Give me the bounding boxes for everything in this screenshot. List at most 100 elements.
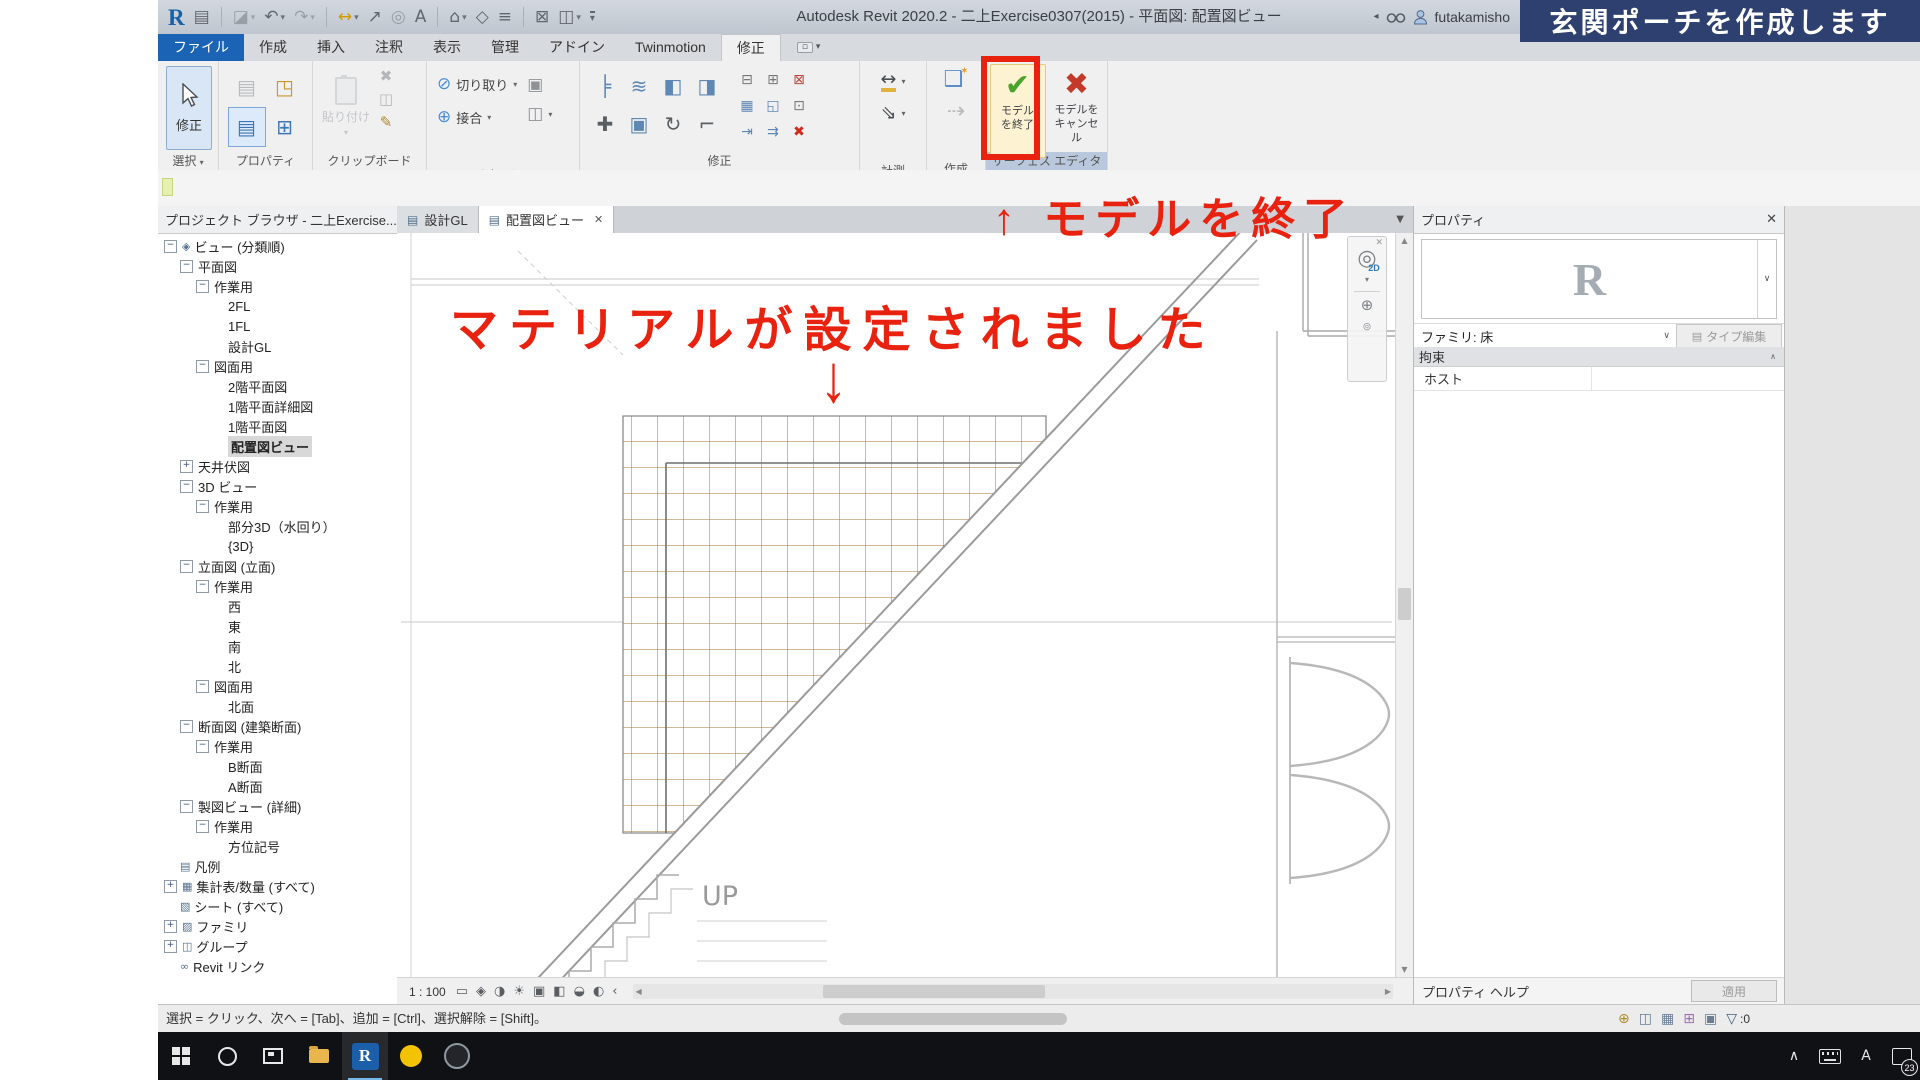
view-tab-設計GL[interactable]: ▤ 設計GL	[397, 206, 479, 233]
model-box-icon[interactable]: ◪ ▾	[233, 8, 256, 26]
temporary-hide-icon[interactable]: ◒	[574, 985, 585, 998]
aligned-dimension-icon[interactable]: ↗	[368, 8, 382, 26]
ribbon-collapse-control[interactable]: ▫ ▾	[796, 34, 821, 61]
ribbon-tab-アドイン[interactable]: アドイン	[534, 34, 620, 61]
edit-type-button[interactable]: ▤ タイプ編集	[1676, 324, 1782, 348]
split-with-gap-icon[interactable]: ⊞	[760, 67, 786, 93]
mirror-pick-axis-icon[interactable]: ◧	[656, 67, 690, 105]
tree-expander-icon[interactable]: +	[164, 919, 177, 933]
tree-item-西[interactable]: 西	[158, 596, 397, 616]
horizontal-scroll-thumb[interactable]	[823, 985, 1046, 998]
tag-icon[interactable]: ◎	[391, 8, 406, 26]
cancel-model-button[interactable]: ✖ モデルを キャンセル	[1050, 64, 1104, 156]
tree-expander-icon[interactable]: −	[164, 239, 177, 253]
tree-item-ファミリ[interactable]: + ▨ ファミリ	[158, 916, 397, 936]
scroll-right-icon[interactable]: ▶	[1385, 985, 1391, 998]
cut-icon[interactable]: ✖	[379, 69, 393, 84]
user-avatar-icon[interactable]	[1413, 9, 1428, 25]
copy-icon[interactable]: ▣	[622, 105, 656, 143]
filter-icon[interactable]: ▽	[1726, 1012, 1737, 1026]
tree-item-配置図ビュー[interactable]: 配置図ビュー	[158, 435, 397, 457]
revit-logo[interactable]: R	[168, 6, 185, 29]
measure-icon[interactable]: ↔ ▾	[338, 8, 359, 26]
scroll-left-icon[interactable]: ◀	[635, 985, 641, 998]
crop-view-icon[interactable]: ▣	[533, 985, 545, 998]
section-icon[interactable]: ◇	[476, 8, 489, 26]
tree-item-方位記号[interactable]: 方位記号	[158, 836, 397, 856]
join-geometry-button[interactable]: ⊕ 接合 ▾	[437, 108, 517, 127]
apply-button[interactable]: 適用	[1691, 980, 1777, 1002]
view-tab-配置図ビュー[interactable]: ▤ 配置図ビュー ✕	[478, 206, 615, 233]
tree-expander-icon[interactable]: −	[180, 719, 193, 733]
trim-extend-single-icon[interactable]: ⇥	[734, 119, 760, 145]
tray-keyboard[interactable]	[1812, 1032, 1848, 1080]
measure-between-refs-icon[interactable]: ↔ ▾	[880, 69, 905, 93]
load-family-icon[interactable]: ◳	[266, 67, 304, 107]
sun-path-icon[interactable]: ☀	[513, 985, 525, 998]
tree-item-作業用[interactable]: − 作業用	[158, 276, 397, 296]
panel-back-arrow-icon[interactable]: ◂	[1373, 12, 1378, 22]
tree-item-シート (すべて)[interactable]: ▧ シート (すべて)	[158, 896, 397, 916]
tree-item-立面図 (立面)[interactable]: − 立面図 (立面)	[158, 556, 397, 576]
tree-item-3D ビュー[interactable]: −3D ビュー	[158, 476, 397, 496]
offset-icon[interactable]: ≋	[622, 67, 656, 105]
tree-item-1階平面図[interactable]: 1階平面図	[158, 416, 397, 436]
qat-customize-icon[interactable]: ▾	[589, 10, 595, 24]
move-icon[interactable]: ✚	[588, 105, 622, 143]
tree-item-集計表/数量 (すべて)[interactable]: + ▦ 集計表/数量 (すべて)	[158, 876, 397, 896]
revit-app-button[interactable]: R	[342, 1032, 388, 1080]
tree-item-1FL[interactable]: 1FL	[158, 316, 397, 336]
ribbon-collapse-dropdown-icon[interactable]: ▾	[816, 43, 821, 52]
tree-item-天井伏図[interactable]: + 天井伏図	[158, 456, 397, 476]
family-types-icon[interactable]: ⊞	[266, 107, 304, 147]
tree-expander-icon[interactable]: +	[180, 459, 193, 473]
undo-icon[interactable]: ↶ ▾	[264, 8, 285, 26]
tree-item-製図ビュー (詳細)[interactable]: − 製図ビュー (詳細)	[158, 796, 397, 816]
default-3d-view-icon[interactable]: ⌂ ▾	[449, 8, 466, 26]
visual-style-icon[interactable]: ▭	[456, 985, 468, 998]
switch-windows-icon[interactable]: ◫ ▾	[558, 8, 581, 26]
tree-item-1階平面詳細図[interactable]: 1階平面詳細図	[158, 396, 397, 416]
tree-item-部分3D（水回り）[interactable]: 部分3D（水回り）	[158, 516, 397, 536]
tree-item-平面図[interactable]: − 平面図	[158, 256, 397, 276]
family-dropdown-icon[interactable]: ∨	[1663, 331, 1670, 341]
delete-icon[interactable]: ✖	[786, 119, 812, 145]
ribbon-tab-ファイル[interactable]: ファイル	[158, 34, 244, 61]
tree-expander-icon[interactable]: −	[180, 479, 193, 493]
tree-item-作業用[interactable]: − 作業用	[158, 496, 397, 516]
create-similar-icon[interactable]: ⇢	[947, 101, 965, 123]
mirror-draw-axis-icon[interactable]: ◨	[690, 67, 724, 105]
type-selector[interactable]: R ∨	[1421, 239, 1777, 319]
pin-icon[interactable]: ⊡	[786, 93, 812, 119]
tree-item-断面図 (建築断面)[interactable]: − 断面図 (建築断面)	[158, 716, 397, 736]
tree-expander-icon[interactable]: −	[196, 499, 209, 513]
navbar-dropdown-icon[interactable]: ▾	[1365, 276, 1369, 284]
app-dark-button[interactable]	[434, 1032, 480, 1080]
tree-expander-icon[interactable]: −	[196, 819, 209, 833]
ribbon-tab-注釈[interactable]: 注釈	[360, 34, 418, 61]
redo-icon[interactable]: ↷ ▾	[294, 8, 315, 26]
crop-region-visible-icon[interactable]: ◧	[553, 985, 565, 998]
ribbon-collapse-icon[interactable]: ▫	[796, 42, 813, 53]
unjoin-icon[interactable]: ◫ ▾	[527, 106, 552, 123]
tree-expander-icon[interactable]: −	[180, 799, 193, 813]
thin-lines-icon[interactable]: ≡	[498, 8, 512, 26]
tree-item-図面用[interactable]: − 図面用	[158, 676, 397, 696]
properties-palette-icon[interactable]: ▤	[228, 67, 266, 107]
tree-expander-icon[interactable]: −	[196, 679, 209, 693]
ribbon-tab-修正[interactable]: 修正	[720, 34, 781, 61]
scroll-down-icon[interactable]: ▼	[1396, 962, 1413, 977]
copy-icon[interactable]: ◫	[379, 92, 393, 107]
tree-expander-icon[interactable]: −	[196, 279, 209, 293]
exclude-options-icon[interactable]: ⊞	[1683, 1012, 1695, 1026]
detail-level-icon[interactable]: ◈	[476, 985, 486, 998]
host-property-value[interactable]	[1592, 367, 1785, 390]
panel-label-select[interactable]: 選択 ▾	[158, 152, 218, 170]
tree-item-東[interactable]: 東	[158, 616, 397, 636]
explorer-button[interactable]	[296, 1032, 342, 1080]
main-model-icon[interactable]: ▦	[1661, 1012, 1674, 1026]
open-documents-icon[interactable]: ▤	[194, 8, 210, 26]
user-name[interactable]: futakamisho	[1435, 9, 1510, 25]
notification-button[interactable]: 23	[1884, 1032, 1920, 1080]
tree-item-2FL[interactable]: 2FL	[158, 296, 397, 316]
